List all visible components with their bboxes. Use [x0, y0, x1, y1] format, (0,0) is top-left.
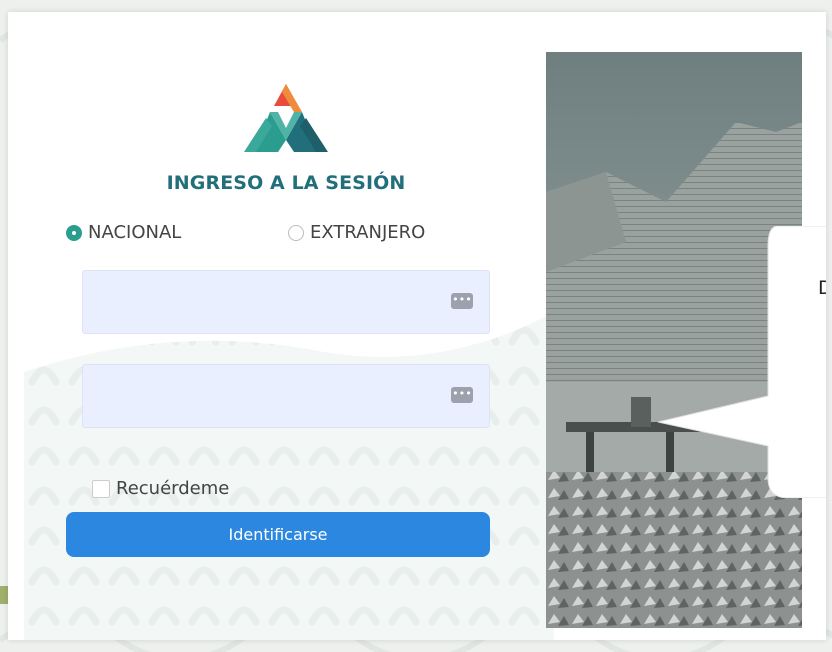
page-title: INGRESO A LA SESIÓN — [166, 172, 406, 194]
callout-text: D — [818, 277, 826, 299]
username-field[interactable]: ••• — [82, 270, 490, 334]
radio-extranjero-indicator[interactable] — [288, 224, 304, 241]
remember-me-label: Recuérdeme — [116, 478, 230, 499]
password-manager-icon[interactable]: ••• — [451, 293, 473, 309]
side-accent — [0, 586, 8, 604]
radio-nacional[interactable]: NACIONAL — [66, 222, 181, 243]
help-callout-bubble — [657, 226, 826, 498]
brand-logo-icon — [244, 84, 328, 152]
password-field[interactable]: ••• — [82, 364, 490, 428]
login-card: INGRESO A LA SESIÓN NACIONAL EXTRANJERO … — [8, 12, 826, 640]
radio-nacional-indicator[interactable] — [66, 224, 82, 241]
password-manager-icon[interactable]: ••• — [451, 387, 473, 403]
remember-me[interactable]: Recuérdeme — [92, 478, 229, 499]
decorative-wave-pattern — [24, 312, 554, 640]
radio-extranjero-label: EXTRANJERO — [310, 222, 426, 243]
remember-me-checkbox[interactable] — [92, 479, 110, 498]
radio-nacional-label: NACIONAL — [88, 222, 182, 243]
submit-button[interactable]: Identificarse — [66, 512, 490, 557]
radio-extranjero[interactable]: EXTRANJERO — [288, 222, 425, 243]
